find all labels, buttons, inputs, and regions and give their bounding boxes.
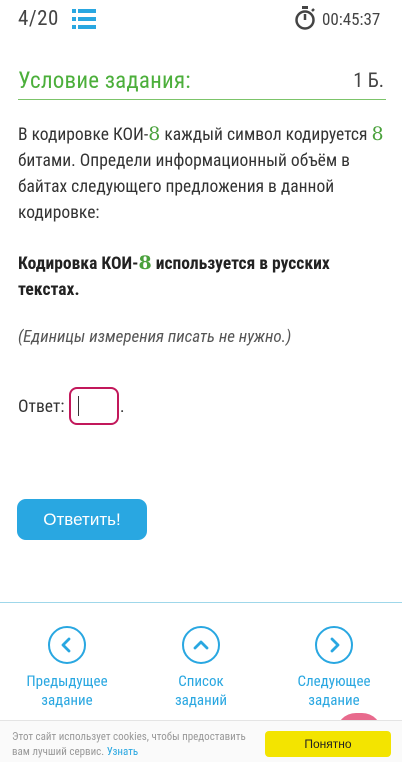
answer-trailing-dot: . bbox=[120, 397, 125, 417]
chevron-up-icon[interactable] bbox=[182, 626, 220, 664]
top-bar: 4/20 00:45:37 bbox=[0, 0, 402, 40]
question-text-part: В кодировке КОИ- bbox=[18, 125, 149, 145]
chevron-left-icon[interactable] bbox=[48, 626, 86, 664]
label-line: Предыдущее bbox=[26, 672, 108, 690]
question-text-part: каждый символ кодируется bbox=[160, 125, 372, 145]
answer-label: Ответ: bbox=[18, 397, 65, 417]
cookie-text: Этот сайт использует cookies, чтобы пред… bbox=[12, 729, 252, 759]
next-task-button[interactable]: Следующее задание bbox=[274, 626, 394, 710]
timer: 00:45:37 bbox=[322, 10, 381, 30]
label-line: задание bbox=[308, 691, 360, 709]
next-task-label: Следующее задание bbox=[274, 672, 394, 710]
chevron-right-icon[interactable] bbox=[315, 626, 353, 664]
target-sentence: Кодировка КОИ-8 используется в русских т… bbox=[18, 250, 390, 303]
answer-input[interactable] bbox=[69, 387, 119, 425]
cookie-banner: Этот сайт использует cookies, чтобы пред… bbox=[0, 720, 402, 762]
cookie-learn-more-link[interactable]: Узнать bbox=[107, 745, 138, 758]
task-list-label: Список заданий bbox=[141, 672, 261, 710]
number-8: 8 bbox=[138, 252, 152, 274]
sentence-part: Кодировка КОИ- bbox=[18, 254, 139, 274]
task-counter: 4/20 bbox=[18, 7, 59, 31]
question-text-part: битами. Определи информационный объём в … bbox=[18, 151, 350, 223]
list-icon[interactable] bbox=[72, 9, 96, 29]
stopwatch-icon bbox=[294, 6, 316, 30]
text-caret bbox=[78, 396, 79, 416]
task-points: 1 Б. bbox=[353, 68, 384, 92]
prev-task-button[interactable]: Предыдущее задание bbox=[7, 626, 127, 710]
label-line: Следующее bbox=[297, 672, 371, 690]
label-line: задание bbox=[41, 691, 93, 709]
number-8: 8 bbox=[371, 123, 384, 145]
task-title: Условие задания: bbox=[18, 67, 191, 94]
question-text: В кодировке КОИ-8 каждый символ кодирует… bbox=[18, 121, 390, 226]
nav-divider bbox=[0, 602, 402, 603]
task-list-button[interactable]: Список заданий bbox=[141, 626, 261, 710]
title-divider bbox=[18, 99, 386, 100]
number-8: 8 bbox=[148, 123, 161, 145]
label-line: заданий bbox=[174, 691, 228, 709]
prev-task-label: Предыдущее задание bbox=[7, 672, 127, 710]
submit-button[interactable]: Ответить! bbox=[17, 499, 147, 540]
units-note: (Единицы измерения писать не нужно.) bbox=[18, 327, 292, 347]
label-line: Список bbox=[178, 672, 224, 690]
cookie-accept-button[interactable]: Понятно bbox=[265, 731, 391, 757]
